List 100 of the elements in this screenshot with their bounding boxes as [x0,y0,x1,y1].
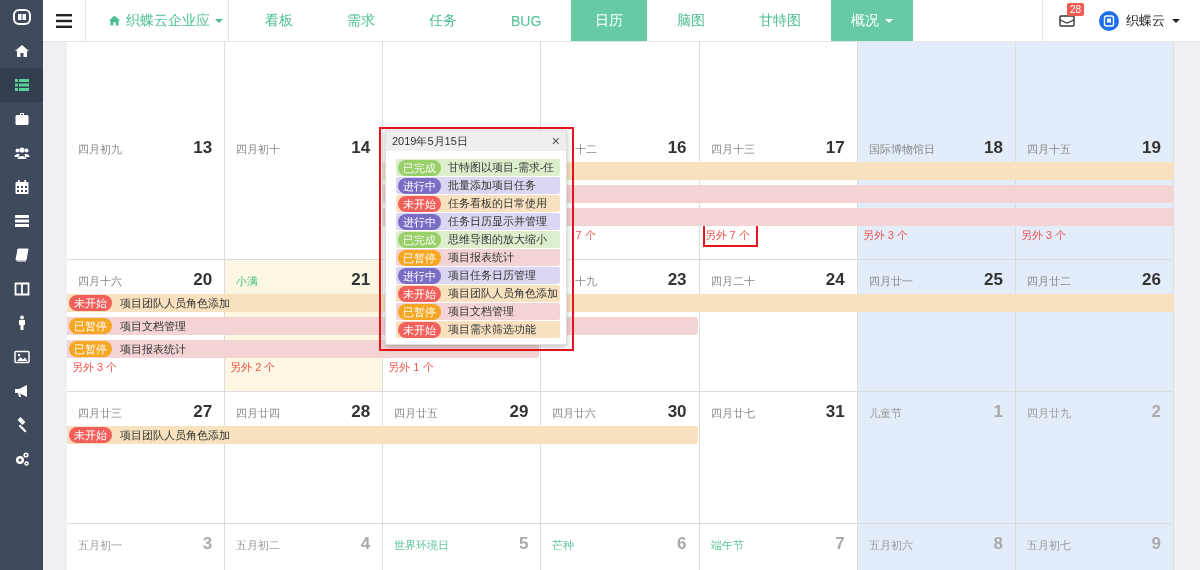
event-title: 项目报表统计 [120,341,186,357]
task-item[interactable]: 未开始 任务看板的日常使用 [396,195,560,212]
book-icon [13,247,30,263]
task-title: 任务日历显示并管理 [448,214,547,229]
status-badge: 进行中 [398,213,441,230]
event-title: 项目团队人员角色添加 [120,295,230,311]
status-badge: 进行中 [398,177,441,194]
more-events-link[interactable]: 7 个 [573,224,598,247]
lunar-date-label: 四月十五 [1026,142,1071,157]
avatar-icon [1099,10,1119,31]
date-number: 30 [667,402,687,422]
date-number: 28 [351,402,371,422]
calendar-icon [13,179,30,195]
home-icon [108,14,121,27]
lunar-date-label: 四月廿一 [868,274,913,289]
task-title: 项目需求筛选功能 [448,322,536,337]
status-badge: 未开始 [398,195,441,212]
date-number: 25 [983,270,1003,290]
date-number: 16 [667,138,687,158]
date-number: 5 [518,534,529,554]
task-title: 思维导图的放大缩小 [448,232,547,247]
megaphone-icon [13,383,30,399]
status-badge: 已完成 [398,159,441,176]
lunar-date-label: 四月廿七 [710,406,755,421]
lunar-date-label: 四月二十 [710,274,755,289]
columns-icon [13,281,30,297]
gears-icon [13,451,30,467]
users-icon [13,145,30,161]
lunar-date-label: 小满 [236,274,259,289]
caret-icon [885,18,894,23]
task-item[interactable]: 未开始 项目团队人员角色添加 [396,285,560,302]
task-title: 项目任务日历管理 [448,268,536,283]
date-number: 6 [677,534,687,554]
lunar-date-label: 芒种 [552,538,575,553]
date-number: 17 [825,138,845,158]
date-number: 2 [1151,402,1161,422]
menu-icon[interactable] [56,12,72,29]
mail-icon[interactable] [1059,12,1075,29]
caret-icon [215,18,223,23]
date-number: 20 [193,270,213,290]
date-number: 3 [202,534,213,554]
task-item[interactable]: 已暂停 项目报表统计 [396,249,560,266]
status-badge: 未开始 [69,295,112,311]
lunar-date-label: 儿童节 [868,406,902,421]
popup-title: 2019年5月15日 [392,133,468,149]
date-number: 7 [835,534,845,554]
lunar-date-label: 四月廿二 [1026,274,1071,289]
task-title: 批量添加项目任务 [448,178,536,193]
status-badge: 已完成 [398,231,441,248]
caret-icon [1172,18,1180,23]
sidebar-item[interactable] [0,68,43,102]
more-events-link[interactable]: 另外 1 个 [386,356,436,379]
status-badge: 已暂停 [69,318,112,334]
task-title: 项目报表统计 [448,250,514,265]
lunar-date-label: 四月初九 [78,142,122,157]
date-number: 18 [983,138,1003,158]
briefcase-icon [13,111,30,127]
event-bar[interactable]: 未开始 项目团队人员角色添加 [67,426,698,444]
status-badge: 已暂停 [398,303,441,320]
date-number: 21 [351,270,371,290]
date-number: 14 [351,138,371,158]
task-item[interactable]: 已完成 思维导图的放大缩小 [396,231,560,248]
task-title: 甘特图以项目-需求-任 [448,160,555,175]
date-number: 13 [193,138,213,158]
user-menu[interactable]: 织蝶云 [1093,9,1186,32]
logo-icon [11,7,32,27]
date-number: 26 [1142,270,1161,290]
status-badge: 未开始 [398,285,441,302]
lunar-date-label: 十九 [575,274,598,289]
lunar-date-label: 四月十三 [710,142,755,157]
lunar-date-label: 国际博物馆日 [868,142,935,157]
home-icon [13,43,30,59]
task-item[interactable]: 未开始 项目需求筛选功能 [396,321,560,338]
task-item[interactable]: 进行中 项目任务日历管理 [396,267,560,284]
date-number: 29 [509,402,529,422]
close-button[interactable]: × [551,134,560,148]
task-item[interactable]: 已暂停 项目文档管理 [396,303,560,320]
date-number: 31 [825,402,845,422]
list-icon [13,77,30,93]
task-item[interactable]: 进行中 批量添加项目任务 [396,177,560,194]
more-events-link[interactable]: 另外 3 个 [70,356,120,379]
status-badge: 已暂停 [69,341,112,357]
status-badge: 未开始 [69,427,112,443]
date-number: 27 [193,402,213,422]
image-icon [13,349,30,365]
lunar-date-label: 五月初一 [78,538,122,553]
lunar-date-label: 世界环境日 [394,538,450,553]
lunar-date-label: 四月廿六 [552,406,597,421]
event-title: 项目团队人员角色添加 [120,427,230,443]
status-badge: 未开始 [398,321,441,338]
lunar-date-label: 四月初十 [236,142,281,157]
task-item[interactable]: 进行中 任务日历显示并管理 [396,213,560,230]
task-item[interactable]: 已完成 甘特图以项目-需求-任 [396,159,560,176]
lunar-date-label: 四月廿三 [78,406,122,421]
lunar-date-label: 五月初七 [1026,538,1071,553]
status-badge: 已暂停 [398,249,441,266]
lunar-date-label: 四月廿四 [236,406,281,421]
lunar-date-label: 十二 [575,142,598,157]
lunar-date-label: 四月廿五 [394,406,439,421]
server-icon [13,213,30,229]
